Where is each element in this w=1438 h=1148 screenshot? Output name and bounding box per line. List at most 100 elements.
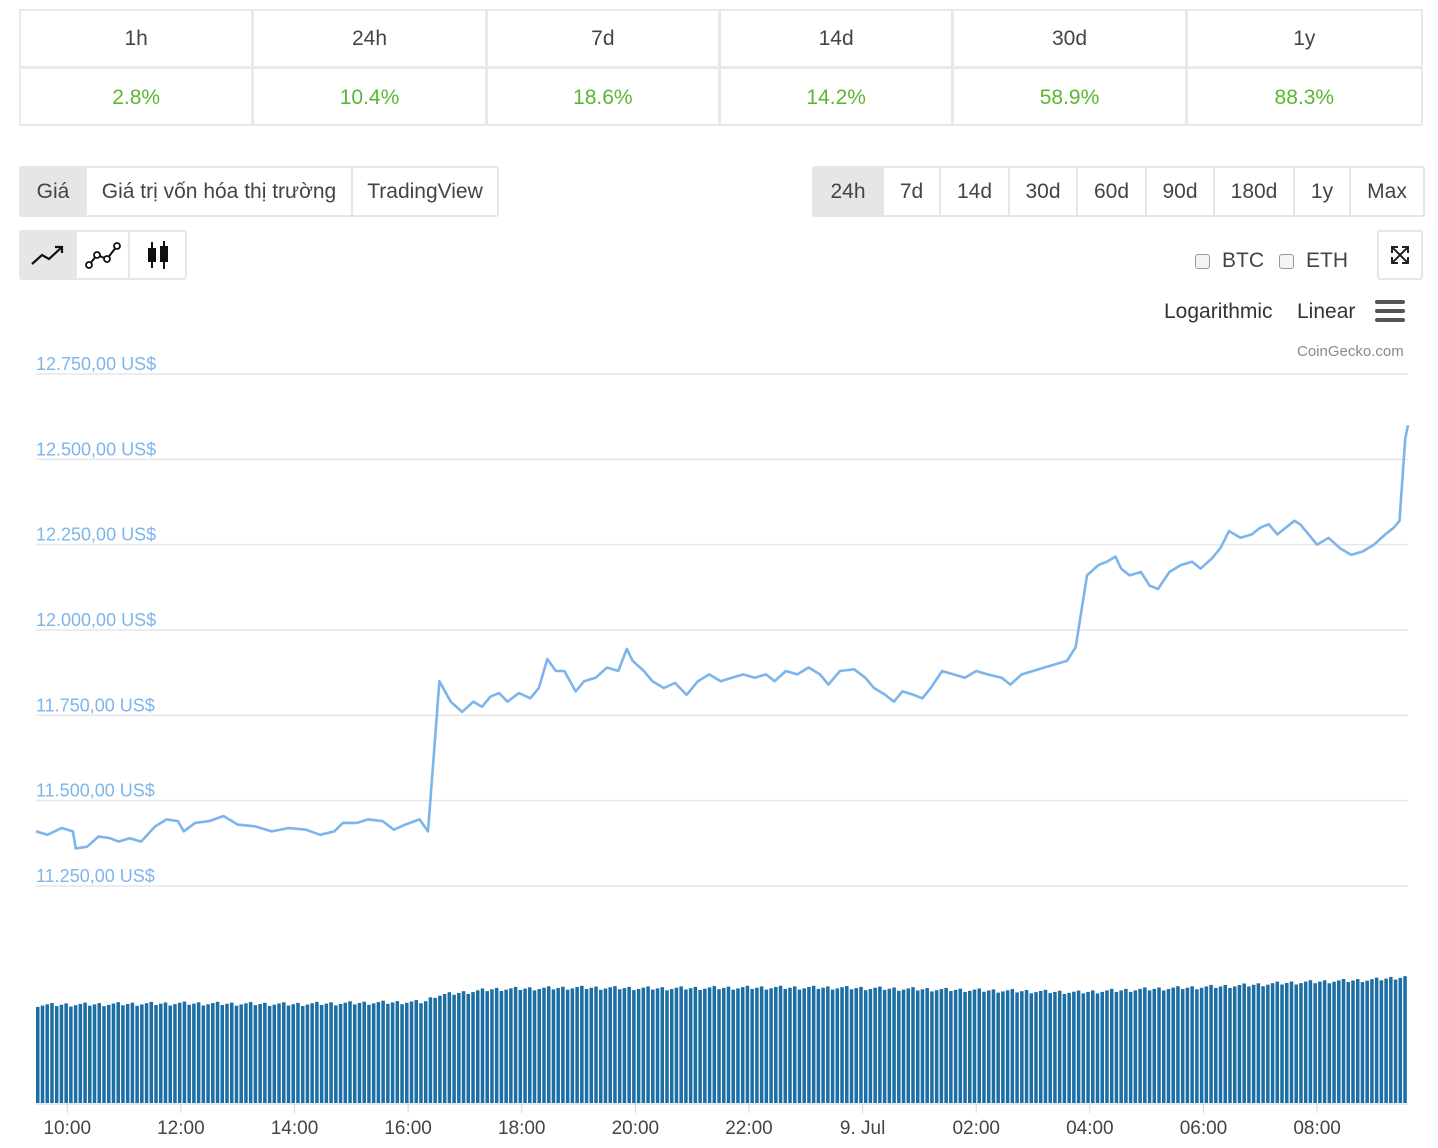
line-markers-chart-icon[interactable] — [77, 232, 130, 278]
x-tick-label: 06:00 — [1180, 1118, 1228, 1139]
volume-bar — [882, 989, 887, 1103]
volume-bar — [736, 988, 740, 1103]
volume-bar — [826, 986, 830, 1103]
range-max[interactable]: Max — [1351, 168, 1423, 215]
linear-scale-option[interactable]: Linear — [1297, 300, 1355, 324]
volume-bar — [50, 1003, 54, 1103]
volume-bar — [225, 1003, 229, 1103]
volume-bar — [277, 1003, 281, 1103]
volume-bar — [915, 990, 920, 1103]
volume-bar — [1133, 990, 1138, 1103]
volume-bar — [229, 1002, 234, 1103]
volume-bar — [414, 1000, 419, 1103]
volume-bar — [54, 1006, 59, 1103]
volume-bar — [1161, 990, 1166, 1103]
volume-bar — [584, 989, 589, 1103]
range-60d[interactable]: 60d — [1078, 168, 1147, 215]
volume-bar — [1247, 986, 1251, 1103]
volume-bar — [125, 1004, 130, 1103]
volume-bar — [1294, 984, 1298, 1103]
change-value: 18.6% — [488, 69, 721, 126]
range-14d[interactable]: 14d — [941, 168, 1010, 215]
eth-compare-checkbox[interactable]: ETH — [1279, 249, 1348, 273]
volume-bar — [494, 987, 499, 1103]
view-tabs: Giá Giá trị vốn hóa thị trường TradingVi… — [19, 166, 499, 217]
tab-price[interactable]: Giá — [21, 168, 87, 215]
volume-bar — [395, 1001, 400, 1103]
volume-bar — [627, 986, 631, 1103]
volume-bar — [561, 986, 565, 1103]
volume-bar — [863, 990, 868, 1103]
volume-bar — [1029, 993, 1034, 1103]
volume-bar — [565, 989, 570, 1103]
volume-bar — [182, 1001, 187, 1103]
volume-bar — [707, 987, 712, 1103]
volume-bar — [778, 985, 783, 1103]
volume-bar — [1355, 979, 1360, 1103]
volume-bar — [1256, 983, 1261, 1103]
volume-bar — [1001, 991, 1005, 1103]
candlestick-icon[interactable] — [130, 232, 185, 278]
volume-bar — [1389, 976, 1393, 1103]
btc-compare-checkbox[interactable]: BTC — [1195, 249, 1264, 273]
volume-bar — [291, 1004, 296, 1103]
volume-bar — [953, 989, 958, 1103]
volume-bar — [920, 989, 925, 1103]
range-90d[interactable]: 90d — [1147, 168, 1215, 215]
x-tick-label: 9. Jul — [840, 1118, 885, 1139]
volume-bar — [693, 986, 698, 1103]
volume-bar — [73, 1005, 78, 1103]
volume-bar — [542, 987, 546, 1103]
volume-bar — [135, 1005, 139, 1103]
volume-bar — [423, 1001, 428, 1103]
volume-bar — [622, 988, 627, 1103]
volume-bar — [849, 989, 854, 1103]
volume-bar — [59, 1004, 64, 1103]
volume-bar — [196, 1002, 201, 1103]
change-value: 10.4% — [254, 69, 488, 126]
volume-bar — [1251, 984, 1256, 1103]
volume-bar — [906, 988, 911, 1103]
volume-bar — [1289, 981, 1294, 1103]
logarithmic-scale-option[interactable]: Logarithmic — [1164, 300, 1273, 324]
fullscreen-button[interactable] — [1377, 230, 1423, 280]
checkbox-box[interactable] — [1279, 253, 1294, 269]
volume-bar — [968, 990, 972, 1103]
chart-menu-icon[interactable] — [1375, 300, 1405, 324]
volume-bar — [1398, 977, 1403, 1103]
range-24h[interactable]: 24h — [814, 168, 884, 215]
volume-bar — [1176, 986, 1180, 1103]
line-chart-icon[interactable] — [21, 232, 77, 278]
tab-tradingview[interactable]: TradingView — [353, 168, 497, 215]
y-tick-label: 12.750,00 US$ — [36, 354, 156, 374]
volume-bar — [45, 1004, 49, 1103]
volume-bar — [613, 986, 617, 1103]
range-1y[interactable]: 1y — [1295, 168, 1351, 215]
volume-bar — [802, 988, 806, 1103]
range-7d[interactable]: 7d — [884, 168, 941, 215]
tab-market-cap[interactable]: Giá trị vốn hóa thị trường — [87, 168, 353, 215]
volume-bar — [447, 992, 452, 1103]
volume-bar — [1067, 992, 1071, 1103]
range-180d[interactable]: 180d — [1215, 168, 1295, 215]
volume-bar — [83, 1002, 87, 1103]
y-tick-label: 12.000,00 US$ — [36, 610, 156, 630]
volume-bar — [1128, 991, 1133, 1103]
period-header: 14d — [720, 11, 955, 69]
volume-bar — [835, 988, 840, 1103]
volume-bar — [1095, 993, 1100, 1103]
volume-bar — [717, 989, 721, 1103]
volume-bar — [1180, 989, 1185, 1103]
range-30d[interactable]: 30d — [1010, 168, 1078, 215]
volume-bar — [239, 1004, 243, 1103]
volume-bar — [1351, 980, 1355, 1103]
y-tick-label: 11.750,00 US$ — [36, 695, 155, 715]
volume-bar — [466, 993, 471, 1103]
volume-bar — [669, 989, 674, 1103]
volume-bar — [475, 990, 480, 1103]
volume-bar — [201, 1005, 206, 1103]
volume-bar — [433, 997, 437, 1103]
volume-bar — [300, 1006, 305, 1103]
checkbox-box[interactable] — [1195, 253, 1210, 269]
volume-bar — [438, 995, 442, 1103]
